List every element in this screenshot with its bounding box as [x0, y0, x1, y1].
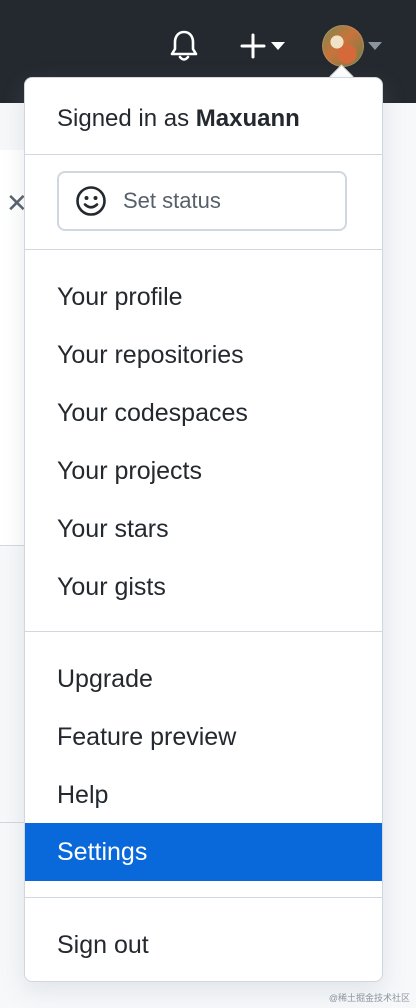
watermark: @稀土掘金技术社区: [328, 993, 410, 1003]
menu-item-your-projects[interactable]: Your projects: [25, 442, 382, 500]
background-divider: [0, 822, 24, 823]
divider: [25, 897, 382, 898]
smiley-icon: [75, 185, 107, 217]
menu-item-your-gists[interactable]: Your gists: [25, 558, 382, 616]
menu-item-help[interactable]: Help: [25, 766, 382, 824]
divider: [25, 249, 382, 250]
menu-item-your-repositories[interactable]: Your repositories: [25, 326, 382, 384]
menu-item-your-codespaces[interactable]: Your codespaces: [25, 384, 382, 442]
menu-item-upgrade[interactable]: Upgrade: [25, 650, 382, 708]
avatar: [322, 25, 364, 67]
menu-item-settings[interactable]: Settings: [25, 823, 382, 881]
divider: [25, 154, 382, 155]
divider: [25, 631, 382, 632]
user-menu-button[interactable]: [316, 22, 388, 70]
chevron-down-icon: [271, 42, 285, 50]
bell-icon[interactable]: [164, 24, 204, 68]
signed-in-prefix: Signed in as: [57, 105, 190, 132]
set-status-label: Set status: [123, 188, 221, 213]
menu-item-sign-out[interactable]: Sign out: [25, 916, 382, 974]
create-new-button[interactable]: [232, 26, 292, 66]
menu-item-feature-preview[interactable]: Feature preview: [25, 708, 382, 766]
user-dropdown-menu: Signed in as Maxuann Set status Your pro…: [24, 77, 383, 982]
plus-icon: [240, 33, 266, 59]
chevron-down-icon: [368, 42, 382, 50]
set-status-button[interactable]: Set status: [57, 171, 347, 231]
menu-item-your-profile[interactable]: Your profile: [25, 268, 382, 326]
signed-in-header: Signed in as Maxuann: [57, 102, 300, 136]
username: Maxuann: [195, 105, 300, 132]
menu-item-your-stars[interactable]: Your stars: [25, 500, 382, 558]
